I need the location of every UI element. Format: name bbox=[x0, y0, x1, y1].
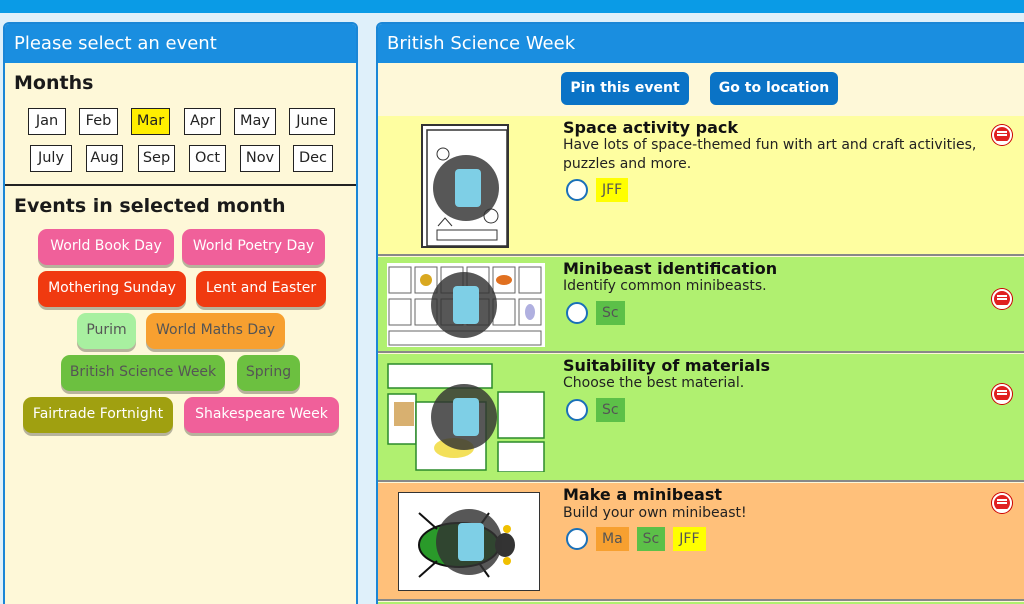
label-icon bbox=[566, 302, 588, 324]
event-details-header: British Science Week bbox=[378, 24, 1024, 63]
activity-tags: Sc bbox=[566, 398, 625, 422]
activity-description: Build your own minibeast! bbox=[563, 505, 747, 521]
activity-title[interactable]: Make a minibeast bbox=[563, 485, 722, 504]
month-may[interactable]: May bbox=[234, 108, 276, 135]
tag-sc: Sc bbox=[636, 527, 666, 551]
space-activity-thumbnail[interactable] bbox=[421, 124, 509, 248]
month-mar[interactable]: Mar bbox=[131, 108, 170, 135]
event-world-poetry-day[interactable]: World Poetry Day bbox=[182, 229, 325, 265]
tag-jff: JFF bbox=[596, 178, 629, 202]
minibeast-icon bbox=[566, 528, 588, 550]
month-oct[interactable]: Oct bbox=[189, 145, 226, 172]
play-icon[interactable] bbox=[436, 509, 502, 575]
menu-icon[interactable] bbox=[992, 384, 1012, 404]
activity-description: Have lots of space-themed fun with art a… bbox=[563, 137, 977, 172]
month-aug[interactable]: Aug bbox=[86, 145, 123, 172]
space-icon bbox=[566, 179, 588, 201]
activity-card-suitability-of-materials[interactable]: Suitability of materials Choose the best… bbox=[378, 354, 1024, 482]
event-shakespeare-week[interactable]: Shakespeare Week bbox=[184, 397, 339, 433]
pin-event-button[interactable]: Pin this event bbox=[561, 72, 689, 105]
tag-ma: Ma bbox=[596, 527, 629, 551]
activity-tags: Ma Sc JFF bbox=[566, 527, 706, 551]
activity-description: Choose the best material. bbox=[563, 375, 745, 391]
go-to-location-button[interactable]: Go to location bbox=[710, 72, 838, 105]
action-bar: Pin this event Go to location bbox=[378, 63, 1024, 117]
month-feb[interactable]: Feb bbox=[79, 108, 118, 135]
month-apr[interactable]: Apr bbox=[184, 108, 221, 135]
event-fairtrade-fortnight[interactable]: Fairtrade Fortnight bbox=[23, 397, 173, 433]
event-selector-header: Please select an event bbox=[5, 24, 356, 63]
activity-tags: Sc bbox=[566, 301, 625, 325]
activity-card-space[interactable]: Space activity pack Have lots of space-t… bbox=[378, 116, 1024, 256]
event-details-panel: British Science Week Pin this event Go t… bbox=[376, 22, 1024, 604]
play-icon[interactable] bbox=[431, 384, 497, 450]
month-jan[interactable]: Jan bbox=[28, 108, 66, 135]
menu-icon[interactable] bbox=[992, 493, 1012, 513]
month-nov[interactable]: Nov bbox=[240, 145, 280, 172]
activity-title[interactable]: Minibeast identification bbox=[563, 259, 777, 278]
event-purim[interactable]: Purim bbox=[77, 313, 136, 349]
make-minibeast-thumbnail[interactable] bbox=[398, 492, 540, 591]
activity-title[interactable]: Space activity pack bbox=[563, 118, 738, 137]
event-selector-panel: Please select an event Months Jan Feb Ma… bbox=[3, 22, 358, 604]
month-june[interactable]: June bbox=[289, 108, 335, 135]
months-title: Months bbox=[14, 72, 94, 94]
activity-tags: JFF bbox=[566, 178, 629, 202]
section-divider bbox=[5, 184, 356, 186]
tag-jff: JFF bbox=[673, 527, 706, 551]
activity-card-make-a-minibeast[interactable]: Make a minibeast Build your own minibeas… bbox=[378, 483, 1024, 601]
event-world-book-day[interactable]: World Book Day bbox=[38, 229, 174, 265]
play-icon[interactable] bbox=[433, 155, 499, 221]
top-bar bbox=[0, 0, 1024, 13]
menu-icon[interactable] bbox=[992, 125, 1012, 145]
event-mothering-sunday[interactable]: Mothering Sunday bbox=[38, 271, 186, 307]
play-icon[interactable] bbox=[431, 272, 497, 338]
activity-description: Identify common minibeasts. bbox=[563, 278, 767, 294]
month-dec[interactable]: Dec bbox=[293, 145, 333, 172]
month-july[interactable]: July bbox=[30, 145, 72, 172]
event-world-maths-day[interactable]: World Maths Day bbox=[146, 313, 285, 349]
event-spring[interactable]: Spring bbox=[237, 355, 300, 391]
activity-card-minibeast-identification[interactable]: Minibeast identification Identify common… bbox=[378, 257, 1024, 353]
event-british-science-week[interactable]: British Science Week bbox=[61, 355, 225, 391]
activity-title[interactable]: Suitability of materials bbox=[563, 356, 770, 375]
event-lent-and-easter[interactable]: Lent and Easter bbox=[196, 271, 326, 307]
tag-sc: Sc bbox=[596, 301, 625, 325]
menu-icon[interactable] bbox=[992, 289, 1012, 309]
minibeast-id-thumbnail[interactable] bbox=[387, 263, 545, 347]
tag-sc: Sc bbox=[596, 398, 625, 422]
month-sep[interactable]: Sep bbox=[138, 145, 175, 172]
materials-thumbnail[interactable] bbox=[386, 362, 546, 472]
events-title: Events in selected month bbox=[14, 195, 286, 217]
materials-icon bbox=[566, 399, 588, 421]
